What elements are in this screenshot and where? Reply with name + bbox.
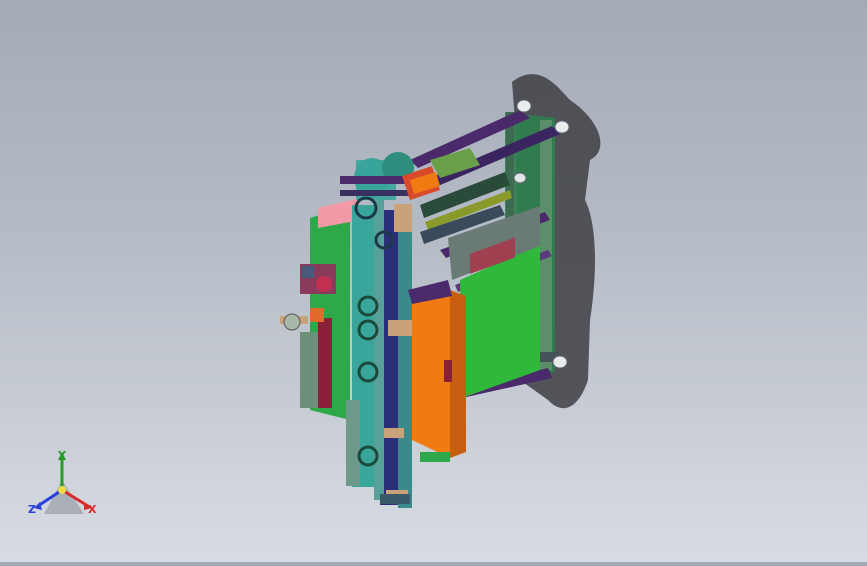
- y-axis-label: Y: [58, 449, 66, 462]
- sensor-box: [300, 264, 336, 294]
- x-axis-label: X: [88, 503, 97, 516]
- assembly-model[interactable]: [0, 0, 867, 562]
- left-green-panel: [300, 198, 360, 420]
- z-axis-label: Z: [28, 503, 36, 516]
- coordinate-triad: Y Z X: [22, 446, 108, 526]
- cad-viewport[interactable]: Y Z X: [0, 0, 867, 562]
- orange-door-panel: [408, 280, 466, 458]
